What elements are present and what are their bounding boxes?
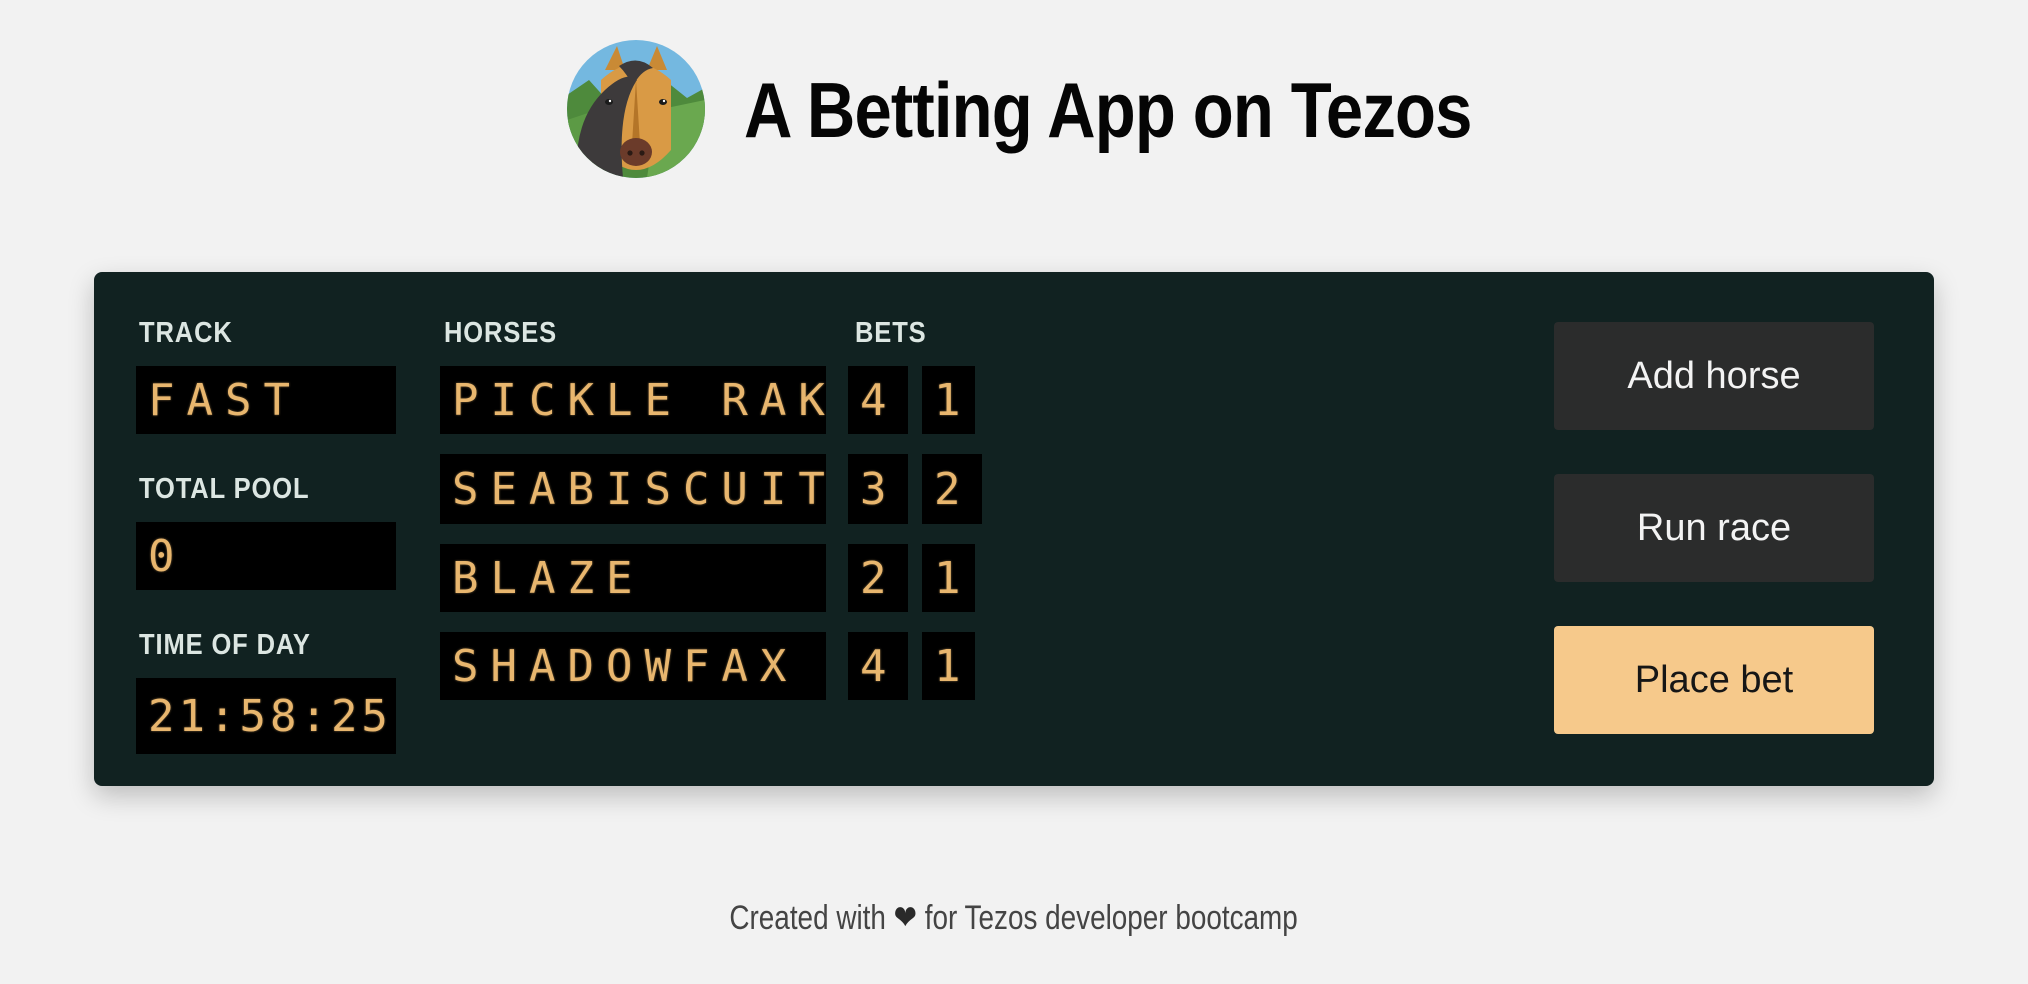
horse-bet-display: 4: [848, 632, 908, 700]
horse-bet-b: 2: [922, 463, 973, 515]
horse-bet-a: 3: [848, 463, 899, 515]
horses-label: HORSES: [444, 317, 558, 349]
track-label: TRACK: [139, 317, 233, 349]
total-pool-label: TOTAL POOL: [139, 473, 310, 505]
time-of-day-value: 21:58:25: [136, 690, 392, 742]
horse-head-logo-icon: [567, 40, 705, 178]
horse-bet-display: 1: [922, 544, 975, 612]
horse-bet-a: 4: [848, 374, 899, 426]
footer-text: Created with ❤ for Tezos developer bootc…: [730, 896, 1298, 940]
horse-name-display: PICKLE RAKE: [440, 366, 826, 434]
horse-bet-b: 1: [922, 374, 973, 426]
horse-name-display: BLAZE: [440, 544, 826, 612]
horse-name-display: SEABISCUIT: [440, 454, 826, 524]
horse-name: SHADOWFAX: [440, 640, 799, 692]
horse-bet-display: 1: [922, 632, 975, 700]
horse-name: BLAZE: [440, 552, 645, 604]
race-board: TRACK FAST TOTAL POOL 0 TIME OF DAY 21:5…: [94, 272, 1934, 786]
horse-bet-display: 4: [848, 366, 908, 434]
total-pool-display: 0: [136, 522, 396, 590]
horse-bet-display: 1: [922, 366, 975, 434]
total-pool-value: 0: [136, 530, 187, 582]
footer: Created with ❤ for Tezos developer bootc…: [0, 896, 2028, 940]
track-value: FAST: [136, 374, 302, 426]
horse-bet-b: 1: [922, 552, 973, 604]
run-race-button[interactable]: Run race: [1554, 474, 1874, 582]
add-horse-button[interactable]: Add horse: [1554, 322, 1874, 430]
footer-suffix: for Tezos developer bootcamp: [925, 899, 1299, 937]
horse-bet-display: 2: [922, 454, 982, 524]
track-display: FAST: [136, 366, 396, 434]
time-of-day-label: TIME OF DAY: [139, 629, 311, 661]
horse-bet-display: 3: [848, 454, 908, 524]
horse-bet-a: 2: [848, 552, 899, 604]
heart-icon: ❤: [894, 899, 918, 937]
horse-bet-display: 2: [848, 544, 908, 612]
time-of-day-display: 21:58:25: [136, 678, 396, 754]
horse-name: SEABISCUIT: [440, 463, 826, 515]
horse-name-display: SHADOWFAX: [440, 632, 826, 700]
place-bet-button[interactable]: Place bet: [1554, 626, 1874, 734]
app-title: A Betting App on Tezos: [744, 66, 1472, 154]
bets-label: BETS: [855, 317, 927, 349]
header: A Betting App on Tezos: [0, 0, 2028, 200]
horse-bet-b: 1: [922, 640, 973, 692]
horse-bet-a: 4: [848, 640, 899, 692]
horse-name: PICKLE RAKE: [440, 374, 826, 426]
footer-prefix: Created with: [729, 899, 887, 937]
